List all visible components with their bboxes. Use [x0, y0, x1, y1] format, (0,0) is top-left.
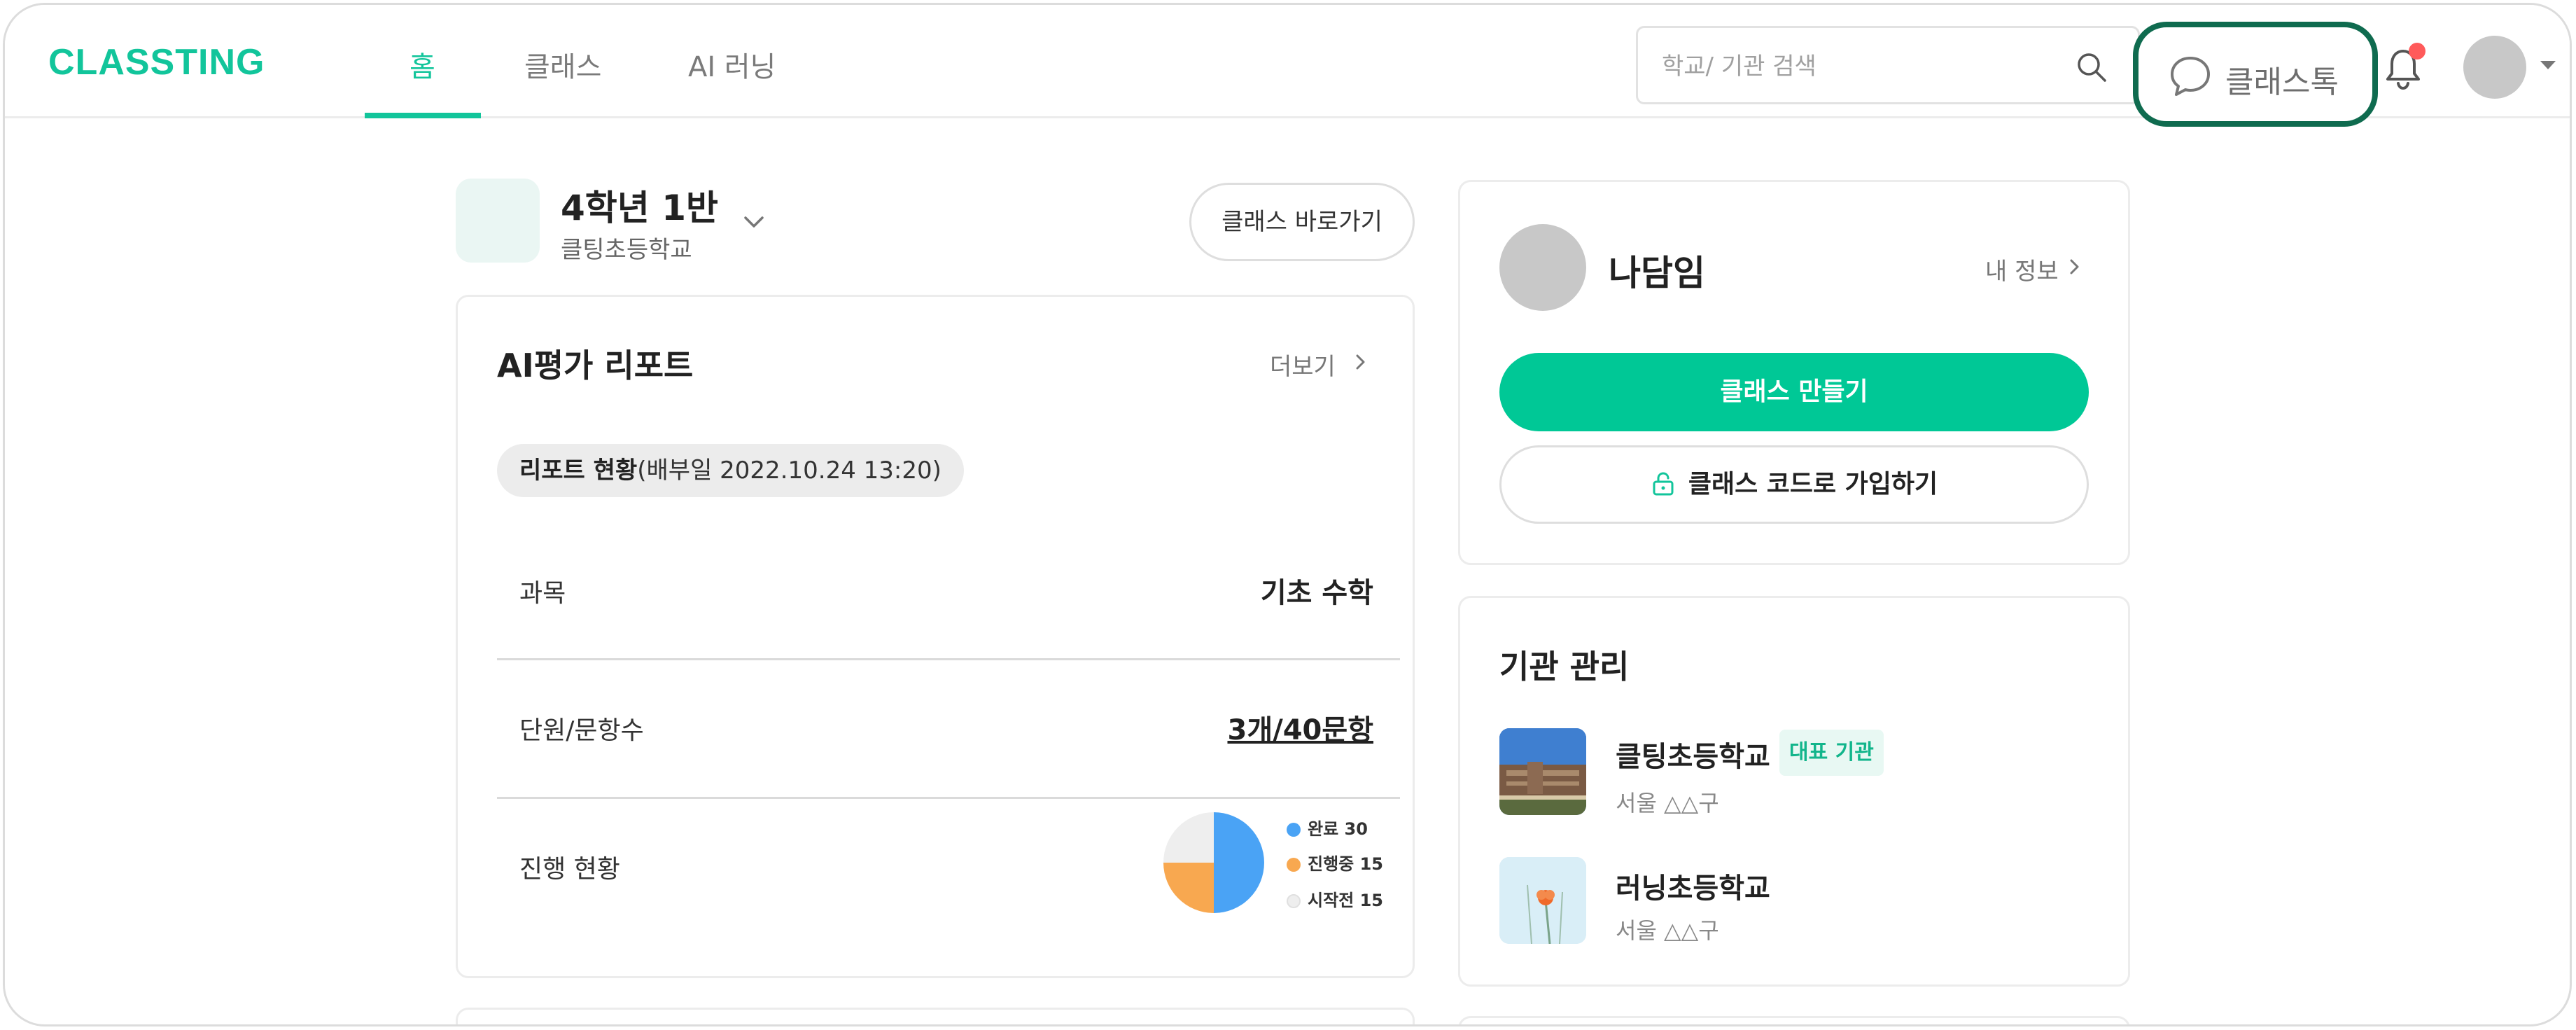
unlock-icon	[1653, 472, 1674, 496]
legend-label: 시작전 15	[1308, 891, 1383, 910]
subject-label: 과목	[519, 579, 566, 608]
legend-label: 완료 30	[1308, 819, 1368, 839]
active-tab-indicator	[365, 113, 481, 118]
tab-home[interactable]: 홈	[410, 44, 435, 85]
profile-avatar	[1499, 224, 1586, 311]
organization-location: 서울 △△구	[1616, 917, 1719, 944]
search-box[interactable]	[1636, 26, 2140, 104]
organization-name[interactable]: 러닝초등학교	[1616, 865, 1770, 906]
organization-title: 기관 관리	[1499, 648, 1630, 685]
school-photo[interactable]	[1499, 857, 1586, 944]
top-navigation: CLASSTING 홈 클래스 AI 러닝 클래스톡	[5, 5, 2570, 127]
report-status-date: (배부일 2022.10.24 13:20)	[637, 457, 941, 485]
profile-name: 나담임	[1609, 253, 1705, 293]
create-class-button[interactable]: 클래스 만들기	[1499, 353, 2089, 431]
chevron-down-icon[interactable]	[741, 209, 766, 235]
go-to-class-button[interactable]: 클래스 바로가기	[1189, 183, 1415, 261]
search-input[interactable]	[1662, 49, 2054, 84]
classtalk-button[interactable]: 클래스톡	[2133, 22, 2378, 127]
flower-image	[1499, 857, 1586, 944]
class-school-name: 클팅초등학교	[561, 236, 692, 264]
next-card	[456, 1008, 1415, 1024]
report-title: AI평가 리포트	[497, 347, 694, 384]
representative-badge: 대표 기관	[1779, 730, 1884, 776]
subject-value: 기초 수학	[1260, 577, 1373, 609]
progress-pie-chart	[1163, 812, 1264, 913]
notification-badge	[2409, 43, 2426, 60]
legend-in-progress: 진행중 15	[1287, 850, 1383, 875]
legend-label: 진행중 15	[1308, 854, 1383, 874]
tab-ai-learning[interactable]: AI 러닝	[688, 44, 776, 85]
legend-dot	[1287, 858, 1301, 872]
organization-card: 기관 관리 클팅초등학교 대표 기관 서울 △△구 러닝초등학교 서울 △△구	[1458, 596, 2130, 987]
chevron-right-icon[interactable]	[2066, 258, 2082, 276]
legend-dot	[1287, 894, 1301, 908]
join-by-code-label: 클래스 코드로 가입하기	[1688, 470, 1938, 499]
unit-count-label: 단원/문항수	[519, 716, 644, 745]
class-name: 4학년 1반	[561, 188, 718, 228]
chevron-right-icon[interactable]	[1352, 353, 1368, 371]
user-avatar[interactable]	[2463, 36, 2526, 99]
chat-bubble-icon	[2171, 57, 2210, 96]
app-window: CLASSTING 홈 클래스 AI 러닝 클래스톡 4학년 1반 클팅초등학교	[3, 3, 2572, 1026]
ai-report-card: AI평가 리포트 더보기 리포트 현황(배부일 2022.10.24 13:20…	[456, 295, 1415, 978]
organization-location: 서울 △△구	[1616, 790, 1719, 816]
unit-count-link[interactable]: 3개/40문항	[1227, 707, 1373, 748]
row-divider	[497, 658, 1400, 660]
progress-label: 진행 현황	[519, 855, 620, 884]
legend-dot	[1287, 823, 1301, 837]
pie-slice-in-progress	[1163, 863, 1214, 913]
caret-down-icon[interactable]	[2540, 61, 2556, 69]
legend-not-started: 시작전 15	[1287, 886, 1383, 911]
legend-completed: 완료 30	[1287, 815, 1368, 840]
school-building-image	[1499, 728, 1586, 815]
my-info-link[interactable]: 내 정보	[1985, 252, 2059, 286]
profile-card: 나담임 내 정보 클래스 만들기 클래스 코드로 가입하기	[1458, 180, 2130, 565]
report-status-label: 리포트 현황	[519, 457, 638, 485]
row-divider	[497, 797, 1400, 799]
organization-name[interactable]: 클팅초등학교	[1616, 734, 1770, 774]
pie-slice-completed	[1214, 812, 1264, 913]
school-photo[interactable]	[1499, 728, 1586, 815]
report-status-badge: 리포트 현황(배부일 2022.10.24 13:20)	[497, 444, 964, 497]
tab-class[interactable]: 클래스	[524, 44, 601, 85]
classting-logo[interactable]: CLASSTING	[48, 41, 265, 83]
classtalk-label: 클래스톡	[2225, 64, 2339, 100]
pie-slice-not-started	[1163, 812, 1214, 863]
search-icon[interactable]	[2076, 51, 2108, 83]
join-by-code-button[interactable]: 클래스 코드로 가입하기	[1499, 445, 2089, 524]
next-card	[1458, 1016, 2130, 1024]
class-thumbnail	[456, 179, 540, 263]
report-more-link[interactable]: 더보기	[1270, 347, 1336, 382]
